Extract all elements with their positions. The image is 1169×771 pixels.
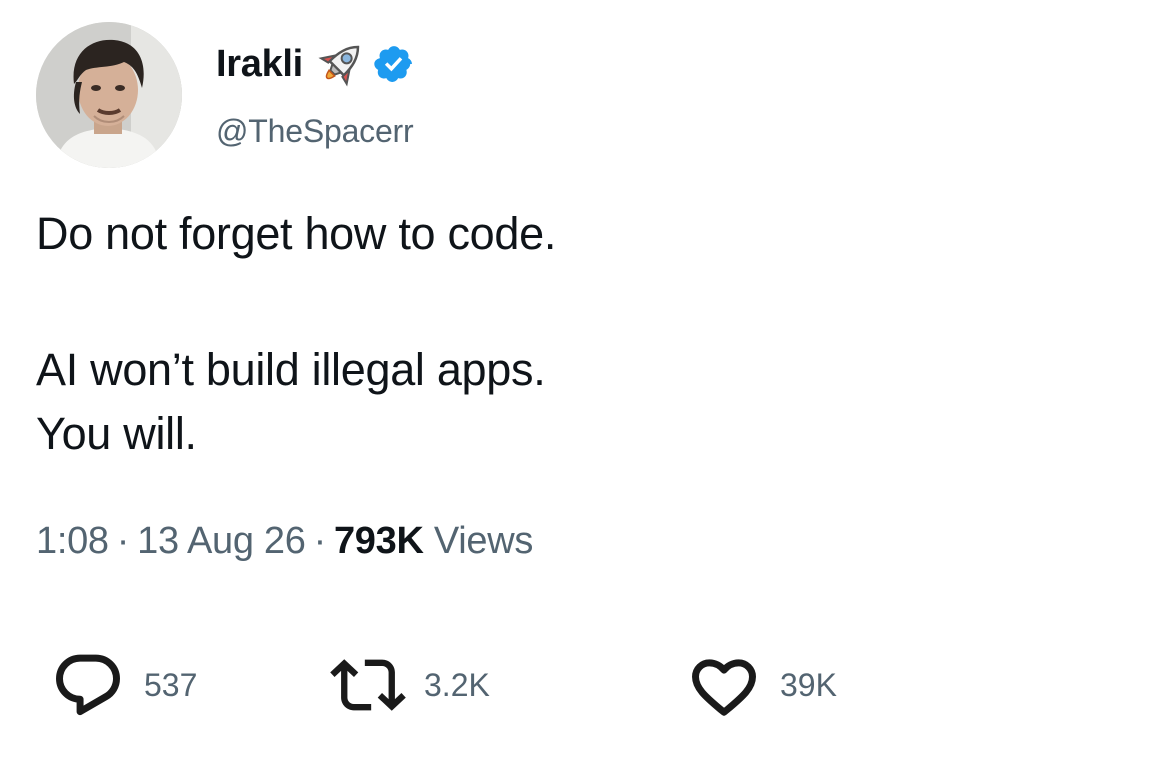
like-button[interactable]: 39K <box>686 640 837 730</box>
heart-icon <box>686 647 762 723</box>
author-handle[interactable]: @TheSpacerr <box>216 113 414 150</box>
reply-count: 537 <box>144 666 198 703</box>
views-label: Views <box>433 520 534 562</box>
repost-button[interactable]: 3.2K <box>330 640 490 730</box>
rocket-icon <box>313 36 369 92</box>
avatar-photo <box>36 22 182 168</box>
meta-separator: · <box>116 520 130 562</box>
like-count: 39K <box>780 666 837 703</box>
tweet-text-line: Do not forget how to code. <box>36 208 557 259</box>
display-name[interactable]: Irakli <box>216 43 303 86</box>
repost-icon <box>330 647 406 723</box>
tweet-time[interactable]: 1:08 <box>36 520 109 562</box>
meta-separator: · <box>313 520 327 562</box>
repost-count: 3.2K <box>424 666 490 703</box>
tweet-text-line: You will. <box>36 408 197 459</box>
views-count: 793K <box>333 520 424 562</box>
tweet-date[interactable]: 13 Aug 26 <box>137 520 306 562</box>
reply-button[interactable]: 537 <box>50 640 197 730</box>
tweet-text-line: AI won’t build illegal apps. <box>36 344 546 395</box>
avatar[interactable] <box>36 22 182 168</box>
reply-icon <box>50 647 126 723</box>
tweet-meta: 1:08 · 13 Aug 26 · 793K Views <box>36 520 533 563</box>
action-bar: 537 3.2K 39K <box>0 640 1169 730</box>
author-name-row: Irakli <box>216 36 415 92</box>
tweet-card: Irakli @TheSpacerr Do not forget how to … <box>0 0 1169 771</box>
verified-icon[interactable] <box>373 43 415 85</box>
